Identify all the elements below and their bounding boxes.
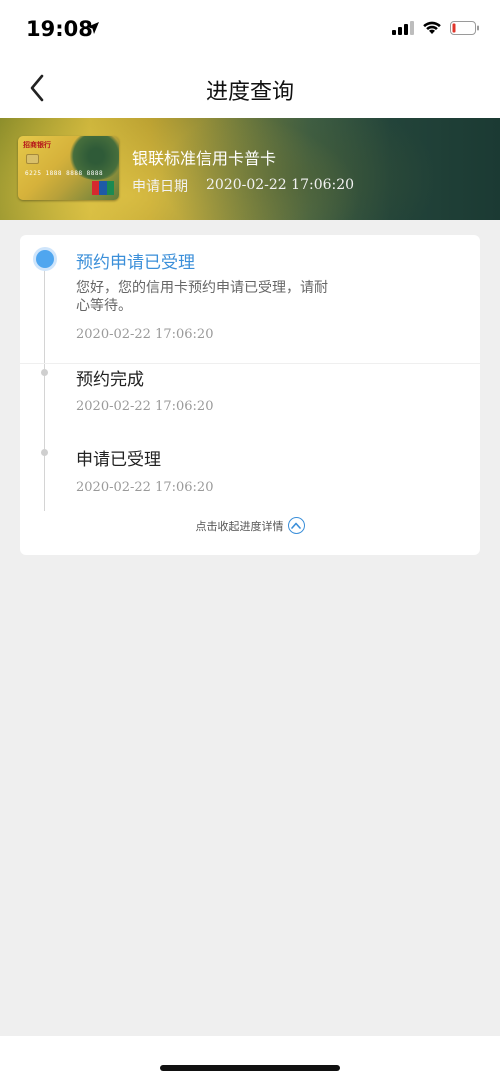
collapse-details-button[interactable]: 点击收起进度详情 bbox=[20, 517, 480, 534]
home-indicator[interactable] bbox=[160, 1065, 340, 1071]
card-number: 6225 1888 8888 8888 bbox=[25, 170, 104, 177]
timeline-line bbox=[44, 261, 45, 511]
card-chip bbox=[26, 154, 39, 164]
card-banner: 招商银行 6225 1888 8888 8888 银联标准信用卡普卡 申请日期 … bbox=[0, 118, 500, 220]
status-icons bbox=[392, 20, 480, 39]
status-time: 19:08 bbox=[26, 17, 93, 41]
card-name: 银联标准信用卡普卡 bbox=[132, 149, 277, 168]
step-time: 2020-02-22 17:06:20 bbox=[76, 327, 214, 342]
step-title: 预约完成 bbox=[76, 370, 144, 390]
step-title: 申请已受理 bbox=[76, 450, 161, 470]
timeline-dot bbox=[41, 449, 48, 456]
timeline-dot-active bbox=[36, 250, 54, 268]
wifi-icon bbox=[422, 20, 442, 39]
step-title: 预约申请已受理 bbox=[76, 253, 195, 273]
card-bank-name: 招商银行 bbox=[23, 141, 51, 149]
battery-low-icon bbox=[450, 20, 480, 39]
timeline-dot bbox=[41, 369, 48, 376]
nav-bar: 进度查询 bbox=[0, 58, 500, 118]
location-arrow-icon bbox=[86, 20, 100, 39]
progress-panel: 预约申请已受理 您好，您的信用卡预约申请已受理，请耐心等待。 2020-02-2… bbox=[20, 235, 480, 555]
step-time: 2020-02-22 17:06:20 bbox=[76, 399, 214, 414]
step-divider bbox=[20, 363, 480, 364]
cellular-signal-icon bbox=[392, 20, 414, 39]
chevron-up-circle-icon bbox=[287, 517, 305, 534]
card-date-label: 申请日期 bbox=[132, 179, 188, 195]
step-time: 2020-02-22 17:06:20 bbox=[76, 480, 214, 495]
collapse-label: 点击收起进度详情 bbox=[195, 519, 284, 533]
home-bar-area bbox=[0, 1036, 500, 1082]
page-title: 进度查询 bbox=[205, 80, 294, 105]
card-date: 2020-02-22 17:06:20 bbox=[206, 177, 355, 193]
card-thumbnail: 招商银行 6225 1888 8888 8888 bbox=[18, 136, 119, 200]
step-desc: 您好，您的信用卡预约申请已受理，请耐心等待。 bbox=[76, 280, 328, 314]
unionpay-logo bbox=[92, 181, 114, 195]
status-bar: 19:08 bbox=[0, 0, 500, 58]
